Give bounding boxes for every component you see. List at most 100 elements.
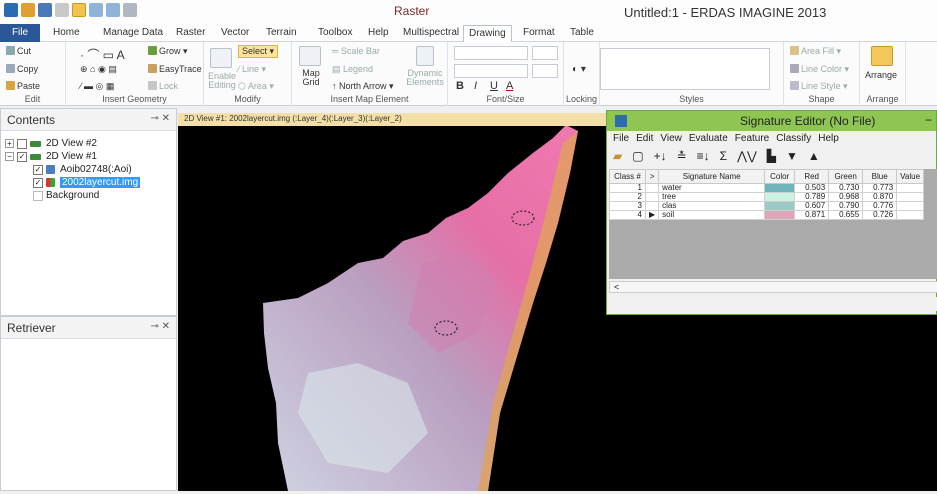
menu-evaluate[interactable]: Evaluate (689, 133, 728, 145)
move-down-icon[interactable]: ▼ (786, 149, 798, 163)
column-class[interactable]: Class # (609, 169, 646, 184)
cut-button[interactable]: Cut (6, 46, 31, 56)
pin-close-icon[interactable]: ⊸ ✕ (150, 113, 170, 124)
cell-name[interactable]: clas (658, 201, 766, 211)
easytrace-button[interactable]: EasyTrace (148, 64, 202, 74)
tab-file[interactable]: File (0, 24, 40, 42)
styles-gallery[interactable] (600, 48, 770, 90)
checkbox[interactable] (17, 138, 27, 149)
replace-signature-icon[interactable]: ≛ (677, 149, 687, 163)
tree-item-aoi[interactable]: ✓ Aoib02748(:Aoi) (33, 164, 132, 175)
font-color-button[interactable]: A (506, 80, 513, 92)
cell-value[interactable] (896, 210, 925, 220)
select-tool-icon[interactable] (72, 3, 86, 17)
draw-tools-row-2[interactable]: ⊕ ⌂ ◉ ▤ (80, 64, 117, 75)
draw-tools-row-1[interactable]: · ⌒ ▭ A (80, 46, 125, 63)
cell-value[interactable] (896, 183, 925, 193)
tab-drawing[interactable]: Drawing (463, 25, 512, 42)
underline-button[interactable]: U (490, 80, 498, 92)
paste-button[interactable]: Paste (6, 81, 40, 91)
line-color-button[interactable]: Line Color ▾ (790, 64, 849, 75)
pin-close-icon[interactable]: ⊸ ✕ (150, 321, 170, 332)
copy-button[interactable]: Copy (6, 64, 38, 74)
histogram-icon[interactable]: ▙ (767, 149, 776, 163)
merge-signature-icon[interactable]: ≡↓ (697, 149, 710, 163)
tree-item-background[interactable]: Background (33, 190, 99, 201)
italic-button[interactable]: I (474, 80, 477, 92)
legend-button[interactable]: ▤ Legend (332, 64, 373, 75)
font-size-combo[interactable] (532, 46, 558, 60)
cell-red[interactable]: 0.871 (794, 210, 830, 220)
tree-item-2d-view-2[interactable]: + 2D View #2 (5, 138, 97, 149)
table-row[interactable]: 4 ▶ soil 0.871 0.655 0.726 (609, 210, 925, 220)
column-red[interactable]: Red (794, 169, 830, 184)
menu-classify[interactable]: Classify (776, 133, 811, 145)
open-icon[interactable] (21, 3, 35, 17)
tab-home[interactable]: Home (53, 27, 80, 38)
tree-item-2d-view-1[interactable]: − ✓ 2D View #1 (5, 151, 97, 162)
font-name-combo[interactable] (454, 46, 528, 60)
arrange-button[interactable]: Arrange (865, 70, 897, 80)
horizontal-scrollbar[interactable]: < (609, 281, 937, 293)
tab-manage-data[interactable]: Manage Data (103, 27, 163, 38)
lock-dropdown[interactable]: ◐ ▾ (572, 64, 586, 75)
inquire-icon[interactable] (123, 3, 137, 17)
scale-bar-button[interactable]: ═ Scale Bar (332, 46, 380, 56)
bold-button[interactable]: B (456, 80, 464, 92)
pan-icon[interactable] (55, 3, 69, 17)
cell-color[interactable] (764, 192, 796, 202)
collapse-icon[interactable]: − (5, 152, 14, 161)
column-signature-name[interactable]: Signature Name (658, 169, 766, 184)
dynamic-elements-button[interactable]: Dynamic Elements (404, 69, 446, 87)
zoom-in-icon[interactable] (89, 3, 103, 17)
minimize-icon[interactable]: − (925, 113, 932, 127)
lock-button[interactable]: Lock (148, 81, 178, 91)
checkbox[interactable]: ✓ (17, 151, 27, 162)
cell-color[interactable] (764, 201, 796, 211)
checkbox[interactable] (33, 190, 43, 201)
font-scale-combo[interactable] (532, 64, 558, 78)
column-green[interactable]: Green (828, 169, 864, 184)
line-style-button[interactable]: Line Style ▾ (790, 81, 848, 92)
enable-editing-button[interactable]: Enable Editing (207, 72, 237, 90)
save-icon[interactable] (38, 3, 52, 17)
map-grid-button[interactable]: Map Grid (298, 69, 324, 87)
tab-raster[interactable]: Raster (176, 27, 205, 38)
draw-tools-row-3[interactable]: ∕ ▬ ◎ ▦ (80, 81, 114, 92)
tab-vector[interactable]: Vector (221, 27, 249, 38)
area-button[interactable]: ⬡ Area ▾ (238, 81, 274, 92)
column-marker[interactable]: > (644, 169, 660, 184)
cell-blue[interactable]: 0.726 (862, 210, 898, 220)
cell-green[interactable]: 0.655 (828, 210, 864, 220)
open-folder-icon[interactable]: ▰ (613, 149, 622, 163)
north-arrow-button[interactable]: ↑ North Arrow ▾ (332, 81, 394, 92)
font-style-combo[interactable] (454, 64, 528, 78)
cell-class[interactable]: 4 (609, 210, 646, 220)
statistics-icon[interactable]: Σ (720, 149, 727, 163)
zoom-out-icon[interactable] (106, 3, 120, 17)
tab-format[interactable]: Format (523, 27, 555, 38)
tab-terrain[interactable]: Terrain (266, 27, 297, 38)
tab-toolbox[interactable]: Toolbox (318, 27, 352, 38)
column-color[interactable]: Color (764, 169, 796, 184)
select-button[interactable]: Select ▾ (238, 45, 279, 58)
scroll-left-arrow[interactable]: < (614, 282, 619, 292)
cell-marker[interactable] (644, 192, 660, 202)
tab-table[interactable]: Table (570, 27, 594, 38)
cell-color[interactable] (764, 183, 796, 193)
menu-view[interactable]: View (660, 133, 682, 145)
signature-editor-titlebar[interactable]: Signature Editor (No File) − (607, 111, 936, 131)
expand-icon[interactable]: + (5, 139, 14, 148)
tree-item-raster-layer[interactable]: ✓ 2002layercut.img (33, 177, 141, 188)
move-up-icon[interactable]: ▲ (808, 149, 820, 163)
cell-color[interactable] (764, 210, 796, 220)
menu-file[interactable]: File (613, 133, 629, 145)
cell-name[interactable]: soil (658, 210, 766, 220)
cell-value[interactable] (896, 192, 925, 202)
new-icon[interactable]: ▢ (632, 149, 643, 163)
checkbox[interactable]: ✓ (33, 177, 43, 188)
cell-value[interactable] (896, 201, 925, 211)
column-blue[interactable]: Blue (862, 169, 898, 184)
mean-plot-icon[interactable]: ⋀⋁ (737, 149, 757, 163)
menu-help[interactable]: Help (818, 133, 839, 145)
